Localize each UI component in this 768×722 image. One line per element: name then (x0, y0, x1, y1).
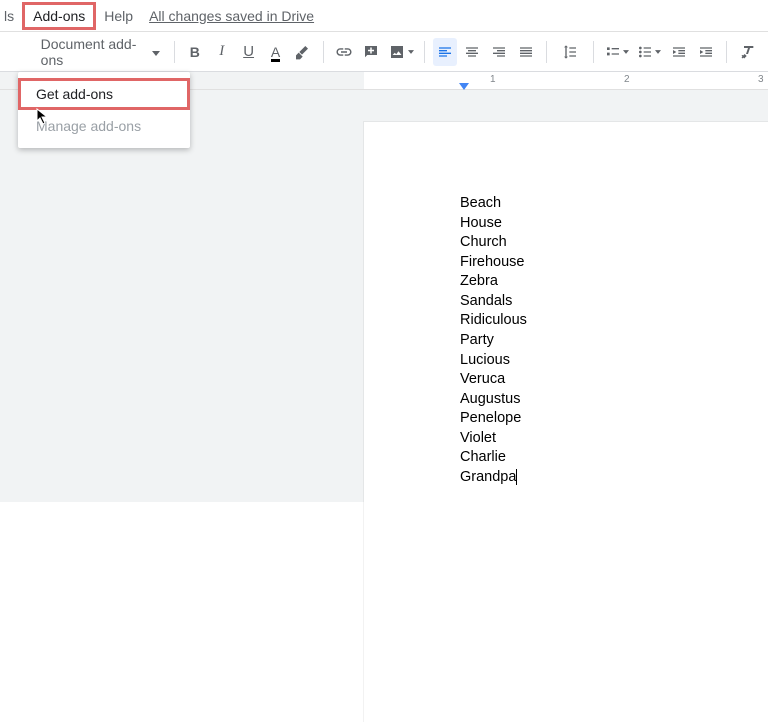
menubar: ls Add-ons Help All changes saved in Dri… (0, 0, 768, 32)
highlight-button[interactable] (290, 38, 315, 66)
text-line[interactable]: House (460, 214, 768, 234)
caret-down-icon (655, 50, 661, 54)
toolbar: Document add-ons B I U A (0, 32, 768, 72)
text-line[interactable]: Augustus (460, 390, 768, 410)
decrease-indent-button[interactable] (666, 38, 691, 66)
text-line[interactable]: Sandals (460, 292, 768, 312)
menu-addons[interactable]: Add-ons (22, 2, 96, 30)
separator (424, 41, 425, 63)
document-content[interactable]: Beach House Church Firehouse Zebra Sanda… (460, 194, 768, 487)
caret-down-icon (623, 50, 629, 54)
checklist-button[interactable] (602, 38, 632, 66)
text-line[interactable]: Party (460, 331, 768, 351)
text-line[interactable]: Church (460, 233, 768, 253)
menu-help[interactable]: Help (96, 2, 141, 30)
text-line[interactable]: Lucious (460, 351, 768, 371)
menu-tools-truncated[interactable]: ls (0, 2, 22, 30)
text-line[interactable]: Veruca (460, 370, 768, 390)
text-line[interactable]: Ridiculous (460, 311, 768, 331)
italic-button[interactable]: I (209, 38, 234, 66)
save-status[interactable]: All changes saved in Drive (149, 8, 314, 24)
menu-manage-addons[interactable]: Manage add-ons (18, 110, 190, 142)
align-left-button[interactable] (433, 38, 458, 66)
insert-image-button[interactable] (385, 38, 415, 66)
ruler-number: 2 (624, 74, 630, 85)
bold-button[interactable]: B (182, 38, 207, 66)
align-center-button[interactable] (459, 38, 484, 66)
ruler-number: 3 (758, 74, 764, 85)
line-spacing-button[interactable] (555, 38, 585, 66)
clear-formatting-button[interactable] (735, 38, 760, 66)
separator (323, 41, 324, 63)
text-line[interactable]: Zebra (460, 272, 768, 292)
align-justify-button[interactable] (513, 38, 538, 66)
separator (593, 41, 594, 63)
text-line[interactable]: Firehouse (460, 253, 768, 273)
text-line[interactable]: Grandpa (460, 468, 768, 488)
text-line[interactable]: Penelope (460, 409, 768, 429)
text-color-button[interactable]: A (263, 38, 288, 66)
ruler-number: 1 (490, 74, 496, 85)
align-right-button[interactable] (486, 38, 511, 66)
caret-down-icon (408, 50, 414, 54)
text-line[interactable]: Violet (460, 429, 768, 449)
paragraph-style-dropdown[interactable]: Document add-ons (37, 36, 166, 68)
insert-link-button[interactable] (332, 38, 357, 66)
text-cursor (516, 469, 517, 485)
bulleted-list-button[interactable] (634, 38, 664, 66)
separator (174, 41, 175, 63)
text-line[interactable]: Charlie (460, 448, 768, 468)
addons-dropdown: Get add-ons Manage add-ons (18, 72, 190, 148)
caret-down-icon (152, 44, 160, 59)
document-area: Beach House Church Firehouse Zebra Sanda… (0, 90, 768, 502)
separator (546, 41, 547, 63)
document-page[interactable]: Beach House Church Firehouse Zebra Sanda… (364, 122, 768, 722)
menu-get-addons[interactable]: Get add-ons (18, 78, 190, 110)
underline-button[interactable]: U (236, 38, 261, 66)
paragraph-style-label: Document add-ons (37, 36, 154, 68)
text-line[interactable]: Beach (460, 194, 768, 214)
insert-comment-button[interactable] (359, 38, 384, 66)
increase-indent-button[interactable] (693, 38, 718, 66)
separator (726, 41, 727, 63)
